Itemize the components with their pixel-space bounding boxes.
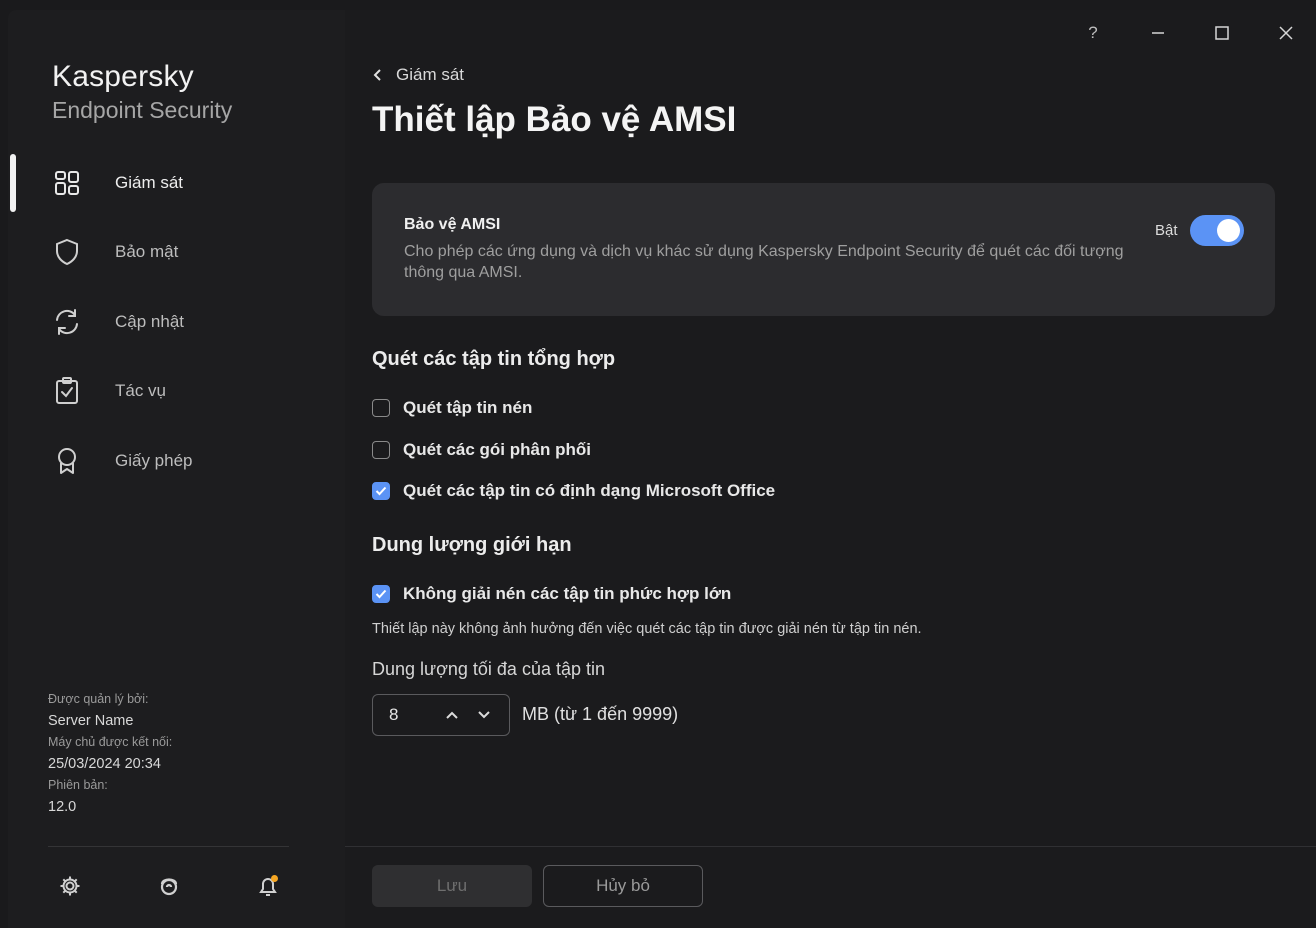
maximize-icon xyxy=(1215,26,1229,40)
save-button[interactable]: Lưu xyxy=(372,865,532,907)
maximize-button[interactable] xyxy=(1206,20,1238,46)
managed-by-value: Server Name xyxy=(48,712,134,729)
option-scan-packages[interactable]: Quét các gói phân phối xyxy=(372,440,591,460)
card-title: Bảo vệ AMSI xyxy=(404,216,501,233)
sidebar-item-security[interactable]: Bảo mật xyxy=(8,218,345,288)
close-icon xyxy=(1279,26,1293,40)
sidebar-item-label: Giám sát xyxy=(115,172,184,192)
connected-value: 25/03/2024 20:34 xyxy=(48,755,161,772)
checkbox[interactable] xyxy=(372,399,390,417)
version-label: Phiên bản: xyxy=(48,778,108,792)
chevron-left-icon xyxy=(373,69,381,81)
main-content xyxy=(345,10,1316,928)
help-icon: ? xyxy=(1088,23,1098,42)
settings-icon[interactable] xyxy=(57,873,83,899)
option-label: Quét tập tin nén xyxy=(403,398,533,417)
sidebar-item-tasks[interactable]: Tác vụ xyxy=(8,357,345,427)
brand-name: Kaspersky xyxy=(52,60,194,93)
option-scan-office[interactable]: Quét các tập tin có định dạng Microsoft … xyxy=(372,481,775,501)
stepper-value[interactable]: 8 xyxy=(389,705,398,725)
shield-icon xyxy=(52,237,82,267)
chevron-down-icon[interactable] xyxy=(473,704,495,726)
card-description: Cho phép các ứng dụng và dịch vụ khác sử… xyxy=(404,243,1124,281)
award-icon xyxy=(52,446,82,476)
support-icon[interactable] xyxy=(156,873,182,899)
active-indicator xyxy=(10,154,16,212)
sidebar-item-monitoring[interactable]: Giám sát xyxy=(8,148,345,218)
breadcrumb: Giám sát xyxy=(396,65,465,84)
sidebar-item-update[interactable]: Cập nhật xyxy=(8,287,345,357)
clipboard-check-icon xyxy=(52,376,82,406)
footer-divider xyxy=(345,846,1316,847)
option-label: Quét các gói phân phối xyxy=(403,440,591,459)
notifications-icon[interactable] xyxy=(255,873,281,899)
toggle-label: Bật xyxy=(1155,222,1178,239)
amsi-toggle[interactable] xyxy=(1190,215,1244,246)
dashboard-icon xyxy=(52,168,82,198)
amsi-protection-card: Bảo vệ AMSI Cho phép các ứng dụng và dịc… xyxy=(372,183,1275,316)
option-hint: Thiết lập này không ảnh hưởng đến việc q… xyxy=(372,621,922,637)
close-button[interactable] xyxy=(1270,20,1302,46)
sidebar-divider xyxy=(48,846,289,847)
sidebar-item-license[interactable]: Giấy phép xyxy=(8,426,345,496)
sidebar-item-label: Giấy phép xyxy=(115,450,193,470)
cancel-button[interactable]: Hủy bỏ xyxy=(543,865,703,907)
max-size-label: Dung lượng tối đa của tập tin xyxy=(372,659,605,679)
managed-by-label: Được quản lý bởi: xyxy=(48,692,149,706)
chevron-up-icon[interactable] xyxy=(441,704,463,726)
brand-product: Endpoint Security xyxy=(52,97,233,123)
option-skip-large[interactable]: Không giải nén các tập tin phức hợp lớn xyxy=(372,584,731,604)
help-button[interactable]: ? xyxy=(1077,20,1109,46)
option-label: Không giải nén các tập tin phức hợp lớn xyxy=(403,584,732,603)
sidebar: Kaspersky Endpoint Security Giám sát Bảo… xyxy=(8,10,345,928)
sidebar-nav: Giám sát Bảo mật Cập nhật Tác vụ Giấy ph… xyxy=(8,148,345,496)
sidebar-item-label: Tác vụ xyxy=(115,381,167,401)
connected-label: Máy chủ được kết nối: xyxy=(48,735,173,749)
back-link[interactable]: Giám sát xyxy=(372,65,464,85)
section-title-limit: Dung lượng giới hạn xyxy=(372,534,572,556)
app-window: Kaspersky Endpoint Security Giám sát Bảo… xyxy=(8,10,1316,928)
max-size-unit: MB (từ 1 đến 9999) xyxy=(522,704,679,724)
sidebar-item-label: Cập nhật xyxy=(115,311,184,331)
option-scan-archives[interactable]: Quét tập tin nén xyxy=(372,398,532,418)
checkmark-icon xyxy=(375,486,387,496)
checkbox[interactable] xyxy=(372,482,390,500)
max-size-stepper[interactable]: 8 xyxy=(372,694,510,736)
refresh-icon xyxy=(52,307,82,337)
version-value: 12.0 xyxy=(48,798,77,815)
minimize-icon xyxy=(1152,32,1164,34)
option-label: Quét các tập tin có định dạng Microsoft … xyxy=(403,481,776,500)
toggle-knob xyxy=(1217,219,1240,242)
minimize-button[interactable] xyxy=(1142,20,1174,46)
management-info: Được quản lý bởi: Server Name Máy chủ đư… xyxy=(48,689,172,818)
checkmark-icon xyxy=(375,589,387,599)
sidebar-item-label: Bảo mật xyxy=(115,242,179,262)
section-title-compound: Quét các tập tin tổng hợp xyxy=(372,348,616,370)
checkbox[interactable] xyxy=(372,441,390,459)
page-title: Thiết lập Bảo vệ AMSI xyxy=(372,100,737,139)
checkbox[interactable] xyxy=(372,585,390,603)
